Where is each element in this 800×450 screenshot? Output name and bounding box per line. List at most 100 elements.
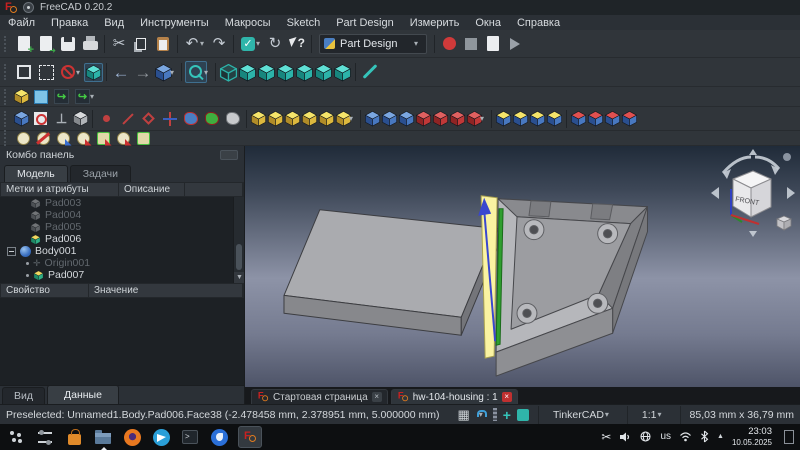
validate-dropdown-icon[interactable]: ▾ — [256, 39, 264, 48]
toolbar-grip[interactable] — [4, 35, 9, 52]
create-datum-icon[interactable]: ⊥ — [51, 109, 72, 129]
multi-transform-icon[interactable] — [546, 110, 563, 127]
tab-model[interactable]: Модель — [4, 165, 68, 182]
tab-tasks[interactable]: Задачи — [69, 165, 131, 182]
whats-this-icon[interactable] — [286, 33, 308, 55]
network-icon[interactable] — [639, 430, 652, 443]
fillet-icon[interactable] — [570, 110, 587, 127]
bluetooth-icon[interactable] — [700, 430, 709, 443]
toolbar-grip[interactable] — [4, 88, 9, 105]
hole-icon[interactable] — [381, 110, 398, 127]
subtractive-pipe-icon[interactable] — [432, 110, 449, 127]
menu-file[interactable]: Файл — [0, 17, 43, 29]
tree-item-pad007[interactable]: Pad007 — [0, 269, 244, 281]
toolbar-grip[interactable] — [4, 64, 9, 80]
stop-macro-icon[interactable] — [460, 33, 482, 55]
tab-view-properties[interactable]: Вид — [2, 387, 45, 404]
chamfer-icon[interactable] — [587, 110, 604, 127]
file-manager-icon[interactable] — [93, 427, 113, 450]
fit-selection-icon[interactable] — [35, 61, 57, 83]
left-view-icon[interactable] — [333, 63, 352, 82]
additive-pipe-icon[interactable] — [301, 110, 318, 127]
tab-data-properties[interactable]: Данные — [47, 385, 119, 404]
menu-edit[interactable]: Правка — [43, 17, 96, 29]
validate-sketch-icon[interactable] — [30, 109, 51, 129]
polar-pattern-icon[interactable] — [529, 110, 546, 127]
sketch-dropdown-icon[interactable]: ▾ — [90, 92, 98, 101]
open-file-icon[interactable] — [35, 33, 57, 55]
measure-clear-all-icon[interactable] — [73, 131, 93, 145]
select-mode-icon[interactable] — [84, 62, 103, 82]
navigation-style-select[interactable]: TinkerCAD ▾ — [548, 408, 618, 422]
tab-start-page[interactable]: Стартовая страница × — [251, 389, 388, 404]
wifi-icon[interactable] — [679, 431, 692, 442]
clock[interactable]: 23:03 10.05.2025 — [732, 426, 772, 447]
working-plane-icon[interactable] — [516, 408, 529, 421]
plasma-app-icon[interactable] — [209, 427, 229, 447]
tree-item-pad003[interactable]: Pad003 — [0, 197, 244, 209]
forward-icon[interactable]: → — [132, 61, 154, 83]
freecad-taskbar-icon[interactable] — [238, 426, 262, 448]
clone-icon[interactable] — [201, 109, 222, 129]
volume-icon[interactable] — [619, 431, 631, 443]
workbench-selector[interactable]: Part Design ▾ — [319, 33, 427, 54]
viewport-3d[interactable]: FRONT — [245, 146, 800, 387]
back-icon[interactable]: ← — [110, 61, 132, 83]
linear-pattern-icon[interactable] — [512, 110, 529, 127]
check-geometry-icon[interactable] — [13, 110, 30, 127]
additive-loft-icon[interactable] — [284, 110, 301, 127]
measure-angular-icon[interactable] — [33, 131, 53, 145]
toolbar-grip[interactable] — [4, 130, 9, 146]
show-desktop-button[interactable] — [784, 429, 794, 444]
navigation-cube[interactable]: FRONT — [711, 149, 795, 237]
front-view-icon[interactable] — [238, 63, 257, 82]
datum-plane-icon[interactable] — [138, 109, 159, 129]
scale-dropdown-icon[interactable]: ▾ — [658, 410, 666, 419]
measure-toggle-all-icon[interactable] — [93, 131, 113, 145]
top-view-icon[interactable] — [257, 63, 276, 82]
menu-part-design[interactable]: Part Design — [328, 17, 401, 29]
tree-item-pad004[interactable]: Pad004 — [0, 209, 244, 221]
print-icon[interactable] — [79, 33, 101, 55]
zoom-icon[interactable] — [185, 61, 207, 83]
create-body-icon[interactable] — [13, 88, 30, 105]
measure-refresh-icon[interactable] — [53, 131, 73, 145]
menu-macros[interactable]: Макросы — [217, 17, 279, 29]
execute-macro-icon[interactable] — [504, 33, 526, 55]
pad-icon[interactable] — [250, 110, 267, 127]
record-macro-icon[interactable] — [438, 33, 460, 55]
draw-style-dropdown-icon[interactable]: ▾ — [76, 68, 84, 77]
additive-helix-icon[interactable] — [318, 110, 335, 127]
collapse-expander-icon[interactable] — [7, 246, 16, 256]
paste-icon[interactable] — [152, 33, 174, 55]
app-launcher-icon[interactable] — [6, 427, 26, 447]
tray-expand-icon[interactable]: ▲ — [717, 433, 724, 440]
scroll-down-icon[interactable]: ▼ — [234, 272, 244, 283]
clipboard-scissors-icon[interactable]: ✂ — [601, 431, 611, 443]
fit-all-icon[interactable] — [13, 61, 35, 83]
close-tab-icon[interactable]: × — [371, 392, 382, 402]
firefox-icon[interactable] — [122, 427, 142, 447]
menu-windows[interactable]: Окна — [467, 17, 509, 29]
groove-icon[interactable] — [398, 110, 415, 127]
macros-dialog-icon[interactable] — [482, 33, 504, 55]
edit-sketch-icon[interactable] — [51, 87, 72, 107]
grid-toggle-icon[interactable]: ▦ — [457, 408, 469, 421]
local-coordinate-system-icon[interactable] — [159, 109, 180, 129]
subtractive-dropdown-icon[interactable]: ▾ — [480, 114, 488, 123]
panel-detach-button[interactable] — [220, 150, 238, 160]
rear-view-icon[interactable] — [295, 63, 314, 82]
settings-sliders-icon[interactable] — [35, 427, 55, 447]
measure-linear-icon[interactable] — [13, 131, 33, 145]
thickness-icon[interactable] — [621, 110, 638, 127]
tab-hw-104-housing[interactable]: hw-104-housing : 1 × — [390, 389, 518, 404]
bottom-view-icon[interactable] — [314, 63, 333, 82]
menu-sketch[interactable]: Sketch — [279, 17, 329, 29]
menu-view[interactable]: Вид — [96, 17, 132, 29]
additive-dropdown-icon[interactable]: ▾ — [349, 114, 357, 123]
toolbar-grip[interactable] — [4, 110, 9, 127]
create-sketch-icon[interactable] — [30, 87, 51, 107]
draft-icon[interactable] — [604, 110, 621, 127]
scale-select[interactable]: 1:1 ▾ — [637, 408, 671, 422]
subtractive-loft-icon[interactable] — [415, 110, 432, 127]
